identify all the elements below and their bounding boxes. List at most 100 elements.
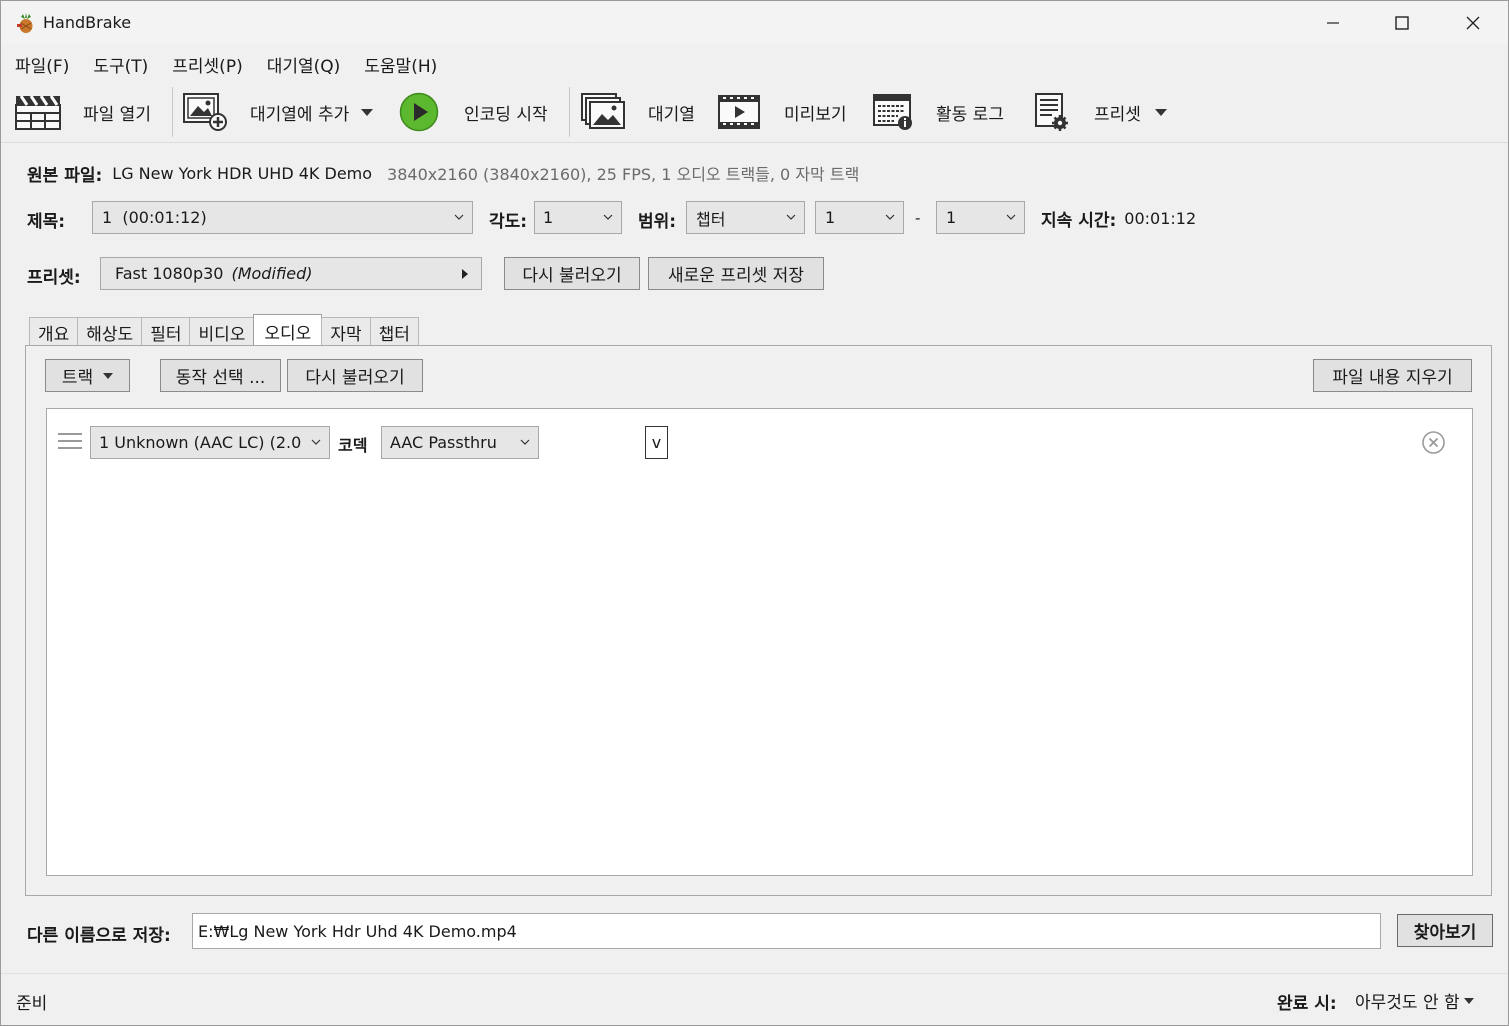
chevron-down-icon xyxy=(885,214,895,220)
handbrake-pineapple-icon xyxy=(17,13,33,33)
range-start-value: 1 xyxy=(825,208,836,227)
chevron-down-icon xyxy=(520,439,530,445)
chevron-down-icon xyxy=(311,439,321,445)
tab-video[interactable]: 비디오 xyxy=(189,317,255,347)
status-text: 준비 xyxy=(16,994,48,1014)
remove-track-icon[interactable] xyxy=(1421,430,1446,455)
presets-button[interactable]: 프리셋 xyxy=(1034,90,1167,134)
when-done-value: 아무것도 안 함 xyxy=(1355,993,1460,1013)
tab-subtitles[interactable]: 자막 xyxy=(321,317,371,347)
clapperboard-icon xyxy=(15,95,61,130)
preset-modified: (Modified) xyxy=(231,264,313,283)
chevron-right-icon xyxy=(462,269,468,279)
duration-label: 지속 시간: xyxy=(1041,210,1117,231)
add-to-queue-button[interactable]: 대기열에 추가 xyxy=(182,90,374,134)
menu-file[interactable]: 파일(F) xyxy=(1,47,81,79)
minimize-button[interactable] xyxy=(1299,1,1367,45)
chevron-down-icon xyxy=(361,108,374,116)
preview-button[interactable]: 미리보기 xyxy=(718,90,847,134)
range-end-select[interactable]: 1 xyxy=(936,201,1025,234)
range-type-select[interactable]: 챕터 xyxy=(686,201,805,234)
save-path-input[interactable]: E:₩Lg New York Hdr Uhd 4K Demo.mp4 xyxy=(192,913,1381,949)
title-select-value: 1 (00:01:12) xyxy=(102,208,207,227)
tab-chapters[interactable]: 챕터 xyxy=(369,317,419,347)
choose-behavior-button[interactable]: 동작 선택 ... xyxy=(160,359,281,392)
tab-audio[interactable]: 오디오 xyxy=(253,314,323,347)
preset-label: 프리셋: xyxy=(27,268,81,288)
add-image-icon xyxy=(183,93,227,131)
audio-source-select[interactable]: 1 Unknown (AAC LC) (2.0 xyxy=(90,426,330,459)
window-title: HandBrake xyxy=(43,13,132,32)
codec-select[interactable]: AAC Passthru xyxy=(381,426,539,459)
presets-label: 프리셋 xyxy=(1094,104,1141,125)
source-info: 3840x2160 (3840x2160), 25 FPS, 1 오디오 트랙들… xyxy=(387,165,860,184)
close-button[interactable] xyxy=(1439,1,1507,45)
menu-bar: 파일(F) 도구(T) 프리셋(P) 대기열(Q) 도움말(H) xyxy=(1,47,1508,79)
toolbar-separator xyxy=(569,87,570,137)
codec-value: AAC Passthru xyxy=(390,433,497,452)
browse-button[interactable]: 찾아보기 xyxy=(1397,914,1493,947)
angle-select-value: 1 xyxy=(543,208,554,227)
track-button-label: 트랙 xyxy=(61,368,94,388)
save-as-label: 다른 이름으로 저장: xyxy=(27,926,171,946)
minimize-icon xyxy=(1327,22,1339,24)
status-bar: 준비 완료 시: 아무것도 안 함 xyxy=(1,973,1508,1025)
log-info-icon xyxy=(873,94,912,130)
title-select[interactable]: 1 (00:01:12) xyxy=(92,201,473,234)
clear-tracks-button[interactable]: 파일 내용 지우기 xyxy=(1313,359,1472,392)
open-file-label: 파일 열기 xyxy=(83,104,151,125)
queue-button[interactable]: 대기열 xyxy=(580,90,695,134)
menu-presets[interactable]: 프리셋(P) xyxy=(160,47,254,79)
chevron-down-icon xyxy=(1006,214,1016,220)
audio-source-value: 1 Unknown (AAC LC) (2.0 xyxy=(99,433,302,452)
duration-row: 지속 시간: 00:01:12 xyxy=(1041,206,1196,231)
codec-label: 코덱 xyxy=(338,436,368,455)
range-type-value: 챕터 xyxy=(696,209,726,229)
title-label: 제목: xyxy=(27,212,66,232)
tab-bar: 개요 해상도 필터 비디오 오디오 자막 챕터 xyxy=(29,314,419,347)
start-encode-button[interactable]: 인코딩 시작 xyxy=(399,90,548,134)
track-dropdown-button[interactable]: 트랙 xyxy=(45,359,130,392)
chevron-down-icon xyxy=(786,214,796,220)
chevron-down-icon xyxy=(1154,108,1167,116)
tab-filters[interactable]: 필터 xyxy=(141,317,191,347)
when-done-label: 완료 시: xyxy=(1277,994,1337,1014)
maximize-button[interactable] xyxy=(1368,1,1436,45)
range-start-select[interactable]: 1 xyxy=(815,201,904,234)
queue-label: 대기열 xyxy=(648,104,695,125)
audio-tab-panel: 트랙 동작 선택 ... 다시 불러오기 파일 내용 지우기 1 Unknown… xyxy=(25,345,1492,896)
start-encode-label: 인코딩 시작 xyxy=(464,104,548,125)
title-bar: HandBrake xyxy=(1,1,1508,45)
when-done-dropdown[interactable]: 아무것도 안 함 xyxy=(1355,988,1474,1013)
activity-log-button[interactable]: 활동 로그 xyxy=(873,90,1004,134)
open-file-button[interactable]: 파일 열기 xyxy=(15,90,151,134)
chevron-down-icon xyxy=(603,214,613,220)
range-dash: - xyxy=(915,209,921,227)
range-label: 범위: xyxy=(638,212,677,232)
queue-images-icon xyxy=(581,93,625,129)
audio-track-list: 1 Unknown (AAC LC) (2.0 코덱 AAC Passthru … xyxy=(46,408,1473,876)
source-name: LG New York HDR UHD 4K Demo xyxy=(112,163,373,183)
activity-log-label: 활동 로그 xyxy=(936,104,1004,125)
angle-select[interactable]: 1 xyxy=(534,201,622,234)
preset-selector[interactable]: Fast 1080p30 (Modified) xyxy=(100,257,482,290)
save-new-preset-button[interactable]: 새로운 프리셋 저장 xyxy=(648,257,824,290)
drag-handle-icon[interactable] xyxy=(58,433,82,453)
truncated-select[interactable]: v xyxy=(645,426,668,459)
handbrake-window: HandBrake 파일(F) 도구(T) 프리셋(P) 대기열(Q) 도움말(… xyxy=(0,0,1509,1026)
source-label: 원본 파일: xyxy=(27,165,103,186)
tab-summary[interactable]: 개요 xyxy=(29,317,79,347)
close-icon xyxy=(1466,16,1480,30)
preview-label: 미리보기 xyxy=(784,104,847,125)
add-to-queue-label: 대기열에 추가 xyxy=(250,104,350,125)
menu-tools[interactable]: 도구(T) xyxy=(81,47,160,79)
menu-help[interactable]: 도움말(H) xyxy=(352,47,449,79)
source-row: 원본 파일: LG New York HDR UHD 4K Demo 3840x… xyxy=(27,161,860,186)
menu-queue[interactable]: 대기열(Q) xyxy=(255,47,353,79)
tab-dimensions[interactable]: 해상도 xyxy=(77,317,143,347)
preset-name: Fast 1080p30 xyxy=(115,264,224,283)
reload-audio-button[interactable]: 다시 불러오기 xyxy=(287,359,423,392)
range-end-value: 1 xyxy=(946,208,957,227)
reload-preset-button[interactable]: 다시 불러오기 xyxy=(504,257,640,290)
toolbar-separator xyxy=(172,87,173,137)
